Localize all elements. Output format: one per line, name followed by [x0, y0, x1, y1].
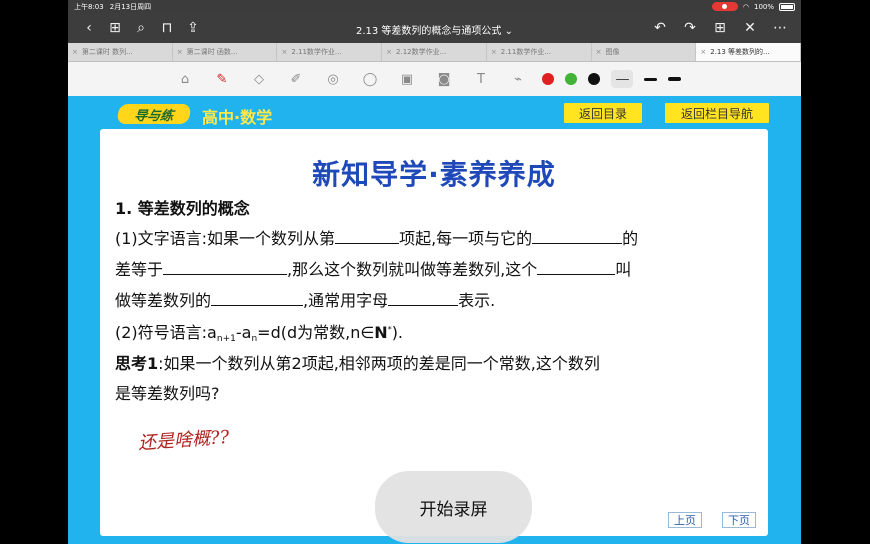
tab-close-icon[interactable]: × [177, 48, 183, 56]
text-line-2: 差等于 ,那么这个数列就叫做等差数列,这个叫 [115, 260, 632, 279]
tab-close-icon[interactable]: × [386, 48, 392, 56]
think-question: 思考1:如果一个数列从第2项起,相邻两项的差是同一个常数,这个数列 [115, 354, 600, 373]
redo-icon[interactable]: ↷ [677, 20, 703, 36]
bookmark-icon[interactable]: ⊓ [154, 20, 180, 36]
color-red-swatch[interactable] [542, 73, 554, 85]
fill-blank [532, 230, 623, 244]
next-page-button[interactable]: 下页 [722, 512, 756, 528]
grid-icon[interactable]: ⊞ [102, 20, 128, 36]
document-tabs: × 第二课时 数列... × 第二课时 函数... × 2.11数学作业... × 2.… [68, 43, 801, 62]
start-recording-popup[interactable]: 开始录屏 [375, 471, 532, 543]
publisher-logo: 导与练 [116, 104, 192, 124]
back-to-catalog-button[interactable]: 返回目录 [564, 103, 642, 123]
fill-blank [163, 261, 288, 275]
fill-blank [388, 292, 459, 306]
text-icon[interactable]: T [468, 68, 494, 90]
highlighter-icon[interactable]: ✐ [283, 68, 309, 90]
handwritten-annotation: 还是啥概?? [137, 426, 231, 455]
battery-percent: 100% [753, 2, 774, 11]
prev-page-button[interactable]: 上页 [668, 512, 702, 528]
share-icon[interactable]: ⇪ [180, 20, 206, 36]
status-bar: 上午8:03 2月13日周四 ◠ 100% [68, 0, 801, 13]
annotation-toolbar: ⌂ ✎ ◇ ✐ ◎ ◯ ▣ ◙ T ⌁ [68, 62, 801, 96]
back-icon[interactable]: ‹ [76, 20, 102, 36]
close-icon[interactable]: ✕ [737, 20, 763, 36]
add-page-icon[interactable]: ⊞ [707, 20, 733, 36]
stroke-thick-option[interactable] [668, 77, 681, 81]
document-title-bar: ‹ ⊞ ⌕ ⊓ ⇪ 2.13 等差数列的概念与通项公式 ⌄ ↶ ↷ ⊞ ✕ ⋯ [68, 13, 801, 43]
fill-blank [211, 292, 304, 306]
tab-item[interactable]: × 2.11数学作业... [487, 43, 592, 61]
color-green-swatch[interactable] [565, 73, 577, 85]
think-question-continued: 是等差数列吗? [115, 384, 220, 403]
battery-icon [779, 2, 795, 11]
formula-line: (2)符号语言:an+1-an=d(d为常数,n∈N*). [115, 323, 404, 344]
screen-recording-icon[interactable] [711, 2, 738, 11]
tab-item[interactable]: × 第二课时 数列... [68, 43, 173, 61]
wifi-icon: ◠ [742, 2, 749, 11]
tab-item[interactable]: × 2.11数学作业... [277, 43, 383, 61]
lasso-icon[interactable]: ◯ [357, 68, 383, 90]
back-to-nav-button[interactable]: 返回栏目导航 [665, 103, 769, 123]
read-mode-icon[interactable]: ⌂ [172, 68, 198, 90]
fill-blank [537, 261, 616, 275]
tab-item[interactable]: × 图像 [592, 43, 697, 61]
color-black-swatch[interactable] [588, 73, 600, 85]
slide-page: 导与练 高中·数学 返回目录 返回栏目导航 新知导学·素养养成 1. 等差数列的… [68, 96, 801, 544]
image-icon[interactable]: ▣ [394, 68, 420, 90]
tab-item[interactable]: × 2.12数学作业... [382, 43, 487, 61]
tab-item-active[interactable]: × 2.13 等差数列的... [696, 43, 801, 61]
section-title: 1. 等差数列的概念 [115, 199, 250, 218]
undo-icon[interactable]: ↶ [647, 20, 673, 36]
shapes-icon[interactable]: ◎ [320, 68, 346, 90]
search-icon[interactable]: ⌕ [128, 20, 154, 36]
document-title[interactable]: 2.13 等差数列的概念与通项公式 ⌄ [356, 26, 513, 37]
stroke-thin-option[interactable] [611, 70, 633, 88]
status-time: 上午8:03 [74, 2, 104, 11]
tab-close-icon[interactable]: × [491, 48, 497, 56]
subject-label: 高中·数学 [202, 108, 273, 127]
camera-icon[interactable]: ◙ [431, 68, 457, 90]
fill-blank [335, 230, 400, 244]
text-line-1: (1)文字语言:如果一个数列从第 项起,每一项与它的的 [115, 229, 639, 248]
chevron-down-icon: ⌄ [504, 26, 514, 37]
ipad-screen: 上午8:03 2月13日周四 ◠ 100% ‹ ⊞ ⌕ ⊓ ⇪ 2.13 等差数… [68, 0, 801, 544]
text-line-3: 做等差数列的 ,通常用字母 表示. [115, 291, 496, 310]
stroke-medium-option[interactable] [644, 77, 657, 81]
more-icon[interactable]: ⋯ [767, 20, 793, 36]
tab-close-icon[interactable]: × [700, 48, 706, 56]
tab-close-icon[interactable]: × [72, 48, 78, 56]
tab-close-icon[interactable]: × [596, 48, 602, 56]
pen-icon[interactable]: ✎ [209, 68, 235, 90]
status-date: 2月13日周四 [109, 2, 152, 11]
slide-heading: 新知导学·素养养成 [312, 158, 556, 191]
tab-close-icon[interactable]: × [281, 48, 287, 56]
eraser-icon[interactable]: ◇ [246, 68, 272, 90]
laser-pointer-icon[interactable]: ⌁ [505, 68, 531, 90]
tab-item[interactable]: × 第二课时 函数... [173, 43, 278, 61]
